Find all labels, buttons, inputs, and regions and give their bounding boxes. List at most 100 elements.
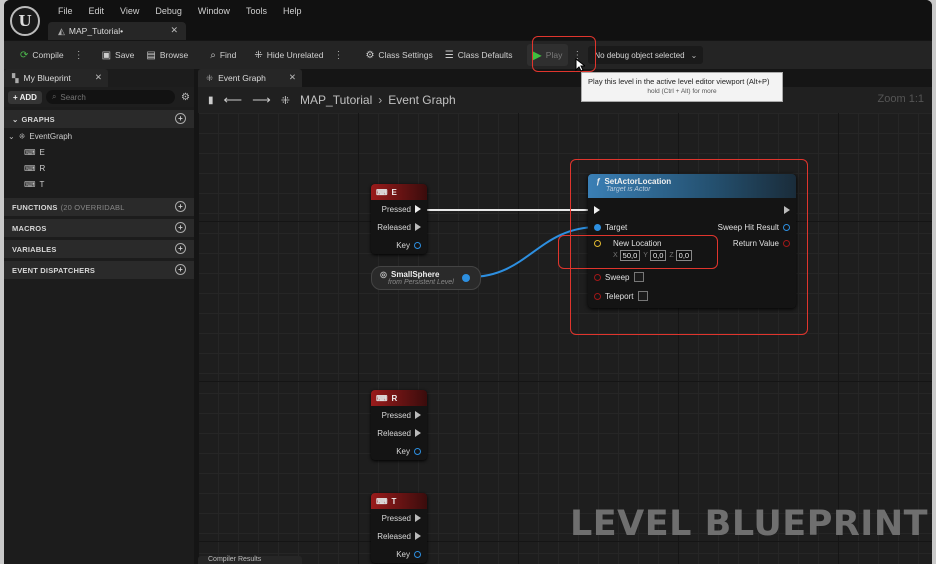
compile-options-icon[interactable]: ⋮ (70, 50, 88, 61)
released-label: Released (377, 428, 411, 438)
key-label: Key (396, 240, 410, 250)
add-button[interactable]: + ADD (8, 90, 42, 104)
key-event-icon: ⌨ (24, 147, 36, 157)
key-event-icon: ⌨ (24, 179, 36, 189)
breadcrumb-root[interactable]: MAP_Tutorial (300, 93, 372, 107)
released-pin[interactable]: Released (371, 424, 427, 442)
my-blueprint-panel: ▚ My Blueprint ✕ + ADD ⌕ ⚙ ⌄ GRAPHS + ⌄ … (4, 69, 194, 564)
pressed-label: Pressed (381, 513, 411, 523)
key-event-header: ⌨ E (371, 184, 427, 200)
section-macros-label: MACROS (12, 223, 47, 233)
pressed-pin[interactable]: Pressed (371, 200, 427, 218)
tree-item-event-r[interactable]: ⌨ R (4, 160, 194, 176)
small-sphere-node[interactable]: ◎ SmallSphere from Persistent Level (371, 266, 481, 290)
gear-icon[interactable]: ⚙ (181, 92, 190, 103)
graph-header: ▮ ⟵ ⟶ ⁜ MAP_Tutorial › Event Graph Zoom … (198, 87, 932, 113)
tree-item-event-r-label: R (39, 163, 46, 173)
section-variables[interactable]: VARIABLES + (4, 240, 194, 258)
event-graph-icon: ⁜ (280, 94, 291, 107)
class-settings-button[interactable]: ⚙ Class Settings (359, 44, 438, 66)
event-graph-icon: ⁜ (18, 131, 26, 141)
debug-object-select[interactable]: No debug object selected ⌄ (588, 46, 704, 64)
hide-unrelated-options-icon[interactable]: ⋮ (329, 50, 347, 61)
key-event-icon: ⌨ (24, 163, 36, 173)
add-event-dispatcher-icon[interactable]: + (175, 264, 186, 275)
search-icon: ⌕ (51, 92, 57, 101)
menu-tools[interactable]: Tools (238, 6, 275, 16)
menu-view[interactable]: View (112, 6, 147, 16)
key-pin[interactable]: Key (371, 236, 427, 254)
chevron-down-icon: ⌄ (690, 50, 698, 60)
key-event-node-t[interactable]: ⌨ T Pressed Released Key (371, 493, 427, 563)
add-function-icon[interactable]: + (175, 201, 186, 212)
tree-item-event-e[interactable]: ⌨ E (4, 144, 194, 160)
back-arrow-icon[interactable]: ⟵ (224, 92, 243, 108)
search-icon: ⌕ (210, 49, 216, 61)
key-event-node-e[interactable]: ⌨ E Pressed Released Key (371, 184, 427, 254)
tree-item-eventgraph-label: EventGraph (29, 131, 73, 141)
find-button[interactable]: ⌕ Find (204, 44, 242, 66)
tree-item-event-t[interactable]: ⌨ T (4, 176, 194, 192)
menu-window[interactable]: Window (190, 6, 238, 16)
keyboard-icon: ⌨ (376, 187, 388, 197)
chevron-down-icon: ⌄ (8, 131, 15, 141)
keyboard-icon: ⌨ (376, 393, 388, 403)
exec-pin-icon (415, 532, 421, 540)
pressed-pin[interactable]: Pressed (371, 406, 427, 424)
keyboard-icon: ⌨ (376, 496, 388, 506)
compile-button[interactable]: ⟳ Compile (14, 44, 70, 66)
add-variable-icon[interactable]: + (175, 243, 186, 254)
section-macros[interactable]: MACROS + (4, 219, 194, 237)
menu-file[interactable]: File (50, 6, 81, 16)
section-graphs[interactable]: ⌄ GRAPHS + (4, 110, 194, 128)
folder-icon: ▤ (146, 49, 156, 61)
event-graph-icon: ⁜ (206, 72, 214, 83)
save-icon: ▣ (101, 49, 112, 61)
menu-help[interactable]: Help (275, 6, 310, 16)
section-graphs-label: GRAPHS (21, 114, 55, 124)
section-event-dispatchers[interactable]: EVENT DISPATCHERS + (4, 261, 194, 279)
document-tab[interactable]: ◭ MAP_Tutorial• ✕ (48, 22, 186, 40)
breadcrumb-current: Event Graph (388, 93, 456, 107)
menu-edit[interactable]: Edit (81, 6, 113, 16)
blueprint-icon: ▚ (12, 72, 19, 83)
pressed-pin[interactable]: Pressed (371, 509, 427, 527)
my-blueprint-tab[interactable]: ▚ My Blueprint ✕ (4, 69, 108, 87)
key-label: Key (396, 446, 410, 456)
search-input[interactable] (60, 92, 151, 102)
exec-pin-icon (415, 411, 421, 419)
tree-item-event-t-label: T (39, 179, 45, 189)
released-pin[interactable]: Released (371, 527, 427, 545)
small-sphere-label: SmallSphere (390, 270, 440, 279)
close-icon[interactable]: ✕ (170, 25, 178, 36)
browse-button[interactable]: ▤ Browse (140, 44, 194, 66)
lock-icon[interactable]: ▮ (208, 95, 214, 106)
released-pin[interactable]: Released (371, 218, 427, 236)
compiler-results-tab[interactable]: Compiler Results (198, 556, 302, 564)
object-pin-icon[interactable] (462, 274, 470, 282)
key-event-node-r[interactable]: ⌨ R Pressed Released Key (371, 390, 427, 460)
save-button[interactable]: ▣ Save (96, 44, 141, 66)
search-box[interactable]: ⌕ (45, 90, 176, 104)
menu-debug[interactable]: Debug (147, 6, 190, 16)
play-tooltip-text: Play this level in the active level edit… (588, 77, 770, 86)
hide-unrelated-button[interactable]: ⁜ Hide Unrelated (248, 44, 329, 66)
event-graph-tab[interactable]: ⁜ Event Graph ✕ (198, 69, 302, 87)
section-functions-label: FUNCTIONS (12, 202, 58, 212)
add-macro-icon[interactable]: + (175, 222, 186, 233)
key-pin[interactable]: Key (371, 442, 427, 460)
tree-item-eventgraph[interactable]: ⌄ ⁜ EventGraph (4, 128, 194, 144)
close-icon[interactable]: ✕ (289, 72, 296, 83)
level-icon: ◭ (58, 25, 65, 36)
forward-arrow-icon[interactable]: ⟶ (252, 92, 271, 108)
play-highlight-box (532, 36, 596, 72)
section-functions[interactable]: FUNCTIONS (20 OVERRIDABL + (4, 198, 194, 216)
browse-label: Browse (159, 50, 189, 60)
close-icon[interactable]: ✕ (95, 72, 102, 83)
add-graph-icon[interactable]: + (175, 113, 186, 124)
new-location-highlight-box (558, 235, 718, 269)
section-variables-label: VARIABLES (12, 244, 57, 254)
class-defaults-button[interactable]: ☰ Class Defaults (439, 44, 519, 66)
key-pin[interactable]: Key (371, 545, 427, 563)
graph-canvas[interactable]: ⌨ E Pressed Released Key ◎ SmallSphere f… (198, 113, 932, 564)
